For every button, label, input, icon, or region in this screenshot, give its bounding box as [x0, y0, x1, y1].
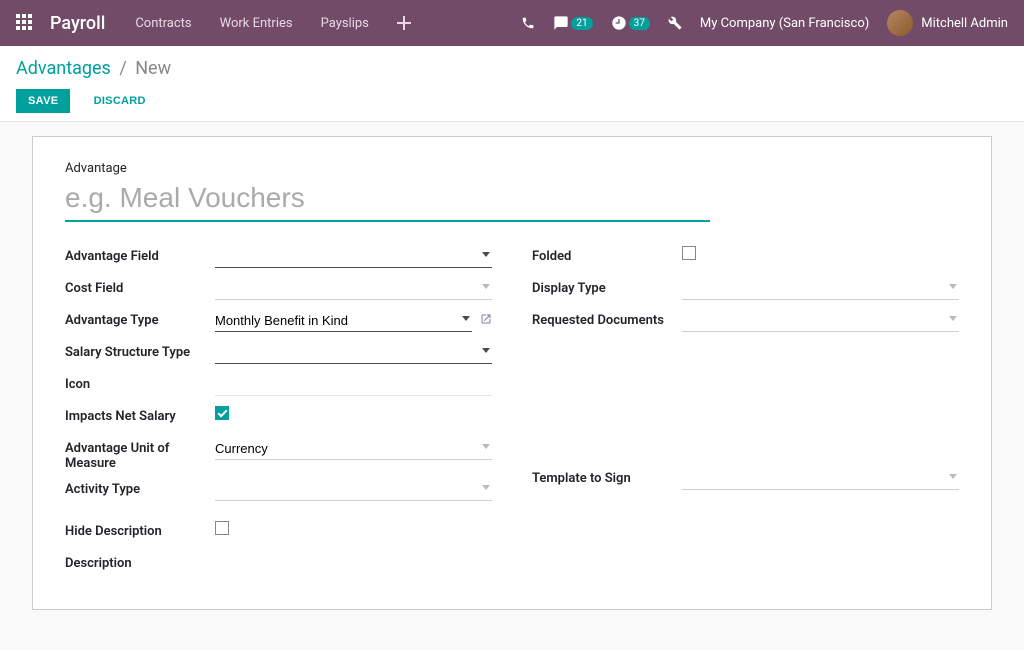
requested-documents-input[interactable] [682, 310, 959, 332]
label-advantage-field: Advantage Field [65, 246, 215, 264]
tools-icon[interactable] [668, 16, 682, 30]
nav-link-contracts[interactable]: Contracts [135, 16, 191, 31]
advantage-field-input[interactable] [215, 246, 492, 268]
nav-link-work-entries[interactable]: Work Entries [220, 16, 293, 31]
app-brand[interactable]: Payroll [50, 13, 105, 34]
nav-left: Payroll Contracts Work Entries Payslips [16, 13, 411, 34]
activity-type-input[interactable] [215, 479, 492, 501]
label-advantage-type: Advantage Type [65, 310, 215, 328]
label-icon: Icon [65, 374, 215, 392]
hide-description-checkbox[interactable] [215, 521, 229, 535]
breadcrumb-current: New [135, 58, 171, 79]
activities-badge: 37 [629, 17, 650, 30]
folded-checkbox[interactable] [682, 246, 696, 260]
control-panel: Advantages / New SAVE DISCARD [0, 46, 1024, 122]
label-activity-type: Activity Type [65, 479, 215, 497]
label-template-to-sign: Template to Sign [532, 468, 682, 486]
navbar: Payroll Contracts Work Entries Payslips … [0, 0, 1024, 46]
advantage-uom-input[interactable] [215, 438, 492, 460]
messages-badge: 21 [571, 17, 592, 30]
phone-icon[interactable] [521, 16, 535, 30]
label-display-type: Display Type [532, 278, 682, 296]
advantage-name-input[interactable] [65, 178, 710, 222]
messages-icon[interactable]: 21 [553, 15, 592, 31]
label-impacts-net-salary: Impacts Net Salary [65, 406, 215, 424]
salary-structure-type-input[interactable] [215, 342, 492, 364]
save-button[interactable]: SAVE [16, 89, 70, 113]
icon-input[interactable] [215, 374, 492, 396]
label-cost-field: Cost Field [65, 278, 215, 296]
label-requested-documents: Requested Documents [532, 310, 682, 328]
impacts-net-salary-checkbox[interactable] [215, 406, 229, 420]
plus-icon[interactable] [397, 16, 411, 30]
user-menu[interactable]: Mitchell Admin [887, 10, 1008, 36]
label-hide-description: Hide Description [65, 521, 215, 539]
nav-link-payslips[interactable]: Payslips [321, 16, 369, 31]
cost-field-input[interactable] [215, 278, 492, 300]
label-advantage-uom: Advantage Unit of Measure [65, 438, 215, 471]
external-link-icon[interactable] [480, 313, 492, 329]
label-description: Description [65, 553, 215, 571]
apps-icon[interactable] [16, 14, 34, 32]
form-sheet: Advantage Advantage Field Cost Field [32, 136, 992, 610]
avatar [887, 10, 913, 36]
breadcrumb-parent[interactable]: Advantages [16, 58, 111, 79]
activities-icon[interactable]: 37 [611, 15, 650, 31]
title-label: Advantage [65, 161, 959, 176]
display-type-input[interactable] [682, 278, 959, 300]
nav-right: 21 37 My Company (San Francisco) Mitchel… [521, 10, 1008, 36]
label-folded: Folded [532, 246, 682, 264]
breadcrumb: Advantages / New [16, 58, 1008, 79]
company-switcher[interactable]: My Company (San Francisco) [700, 16, 869, 31]
label-salary-structure-type: Salary Structure Type [65, 342, 215, 360]
advantage-type-input[interactable] [215, 310, 472, 332]
discard-button[interactable]: DISCARD [82, 89, 158, 113]
form-view: Advantage Advantage Field Cost Field [0, 122, 1024, 650]
template-to-sign-input[interactable] [682, 468, 959, 490]
user-name: Mitchell Admin [921, 16, 1008, 31]
